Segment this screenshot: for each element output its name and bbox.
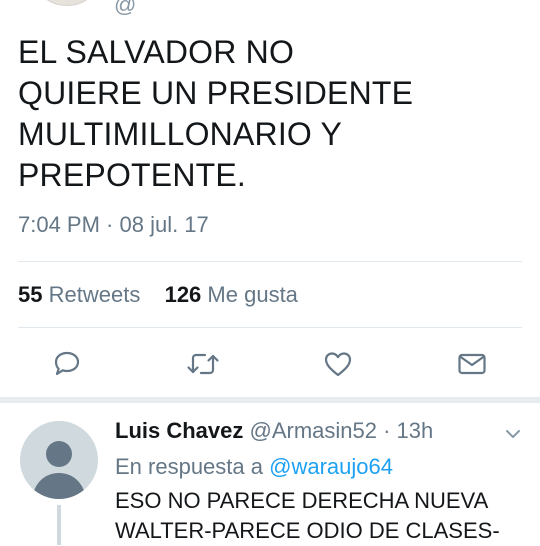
- reply-header: Luis Chavez @Armasin52 · 13h: [115, 418, 433, 444]
- reply-text: ESO NO PARECE DERECHA NUEVA WALTER-PAREC…: [115, 486, 500, 546]
- tweet-text-line: PREPOTENTE.: [18, 157, 247, 193]
- retweets-stat[interactable]: 55 Retweets: [18, 282, 146, 307]
- reply-text-line: WALTER-PARECE ODIO DE CLASES-: [115, 518, 500, 543]
- tweet-stats: 55 Retweets 126 Me gusta: [18, 282, 298, 308]
- thread-line: [57, 505, 61, 545]
- retweets-label: Retweets: [48, 282, 141, 307]
- tweet-text: EL SALVADOR NO QUIERE UN PRESIDENTE MULT…: [18, 32, 518, 196]
- retweet-icon[interactable]: [186, 348, 219, 380]
- tweet-text-line: EL SALVADOR NO: [18, 34, 295, 70]
- likes-count: 126: [164, 282, 202, 307]
- likes-label: Me gusta: [207, 282, 298, 307]
- tweet-actions: [0, 340, 540, 384]
- tweet-text-line: MULTIMILLONARIO Y: [18, 116, 343, 152]
- reply-mention-link[interactable]: @waraujo64: [269, 454, 393, 479]
- divider: [18, 261, 522, 262]
- section-separator: [0, 397, 540, 403]
- likes-stat[interactable]: 126 Me gusta: [165, 282, 298, 307]
- chevron-down-icon[interactable]: [503, 424, 523, 444]
- reply-context: En respuesta a @waraujo64: [115, 454, 393, 480]
- reply-author-handle[interactable]: @Armasin52: [250, 418, 378, 443]
- divider: [18, 327, 522, 328]
- reply-avatar[interactable]: [20, 421, 98, 499]
- default-profile-icon: [32, 441, 86, 499]
- author-avatar[interactable]: [30, 0, 104, 6]
- reply-time[interactable]: · 13h: [377, 418, 433, 443]
- tweet-text-line: QUIERE UN PRESIDENTE: [18, 75, 414, 111]
- retweets-count: 55: [18, 282, 43, 307]
- tweet-timestamp[interactable]: 7:04 PM · 08 jul. 17: [18, 212, 209, 238]
- reply-context-prefix: En respuesta a: [115, 454, 270, 479]
- author-handle-partial[interactable]: @: [114, 0, 136, 18]
- reply-author-name[interactable]: Luis Chavez: [115, 418, 243, 443]
- like-icon[interactable]: [322, 348, 354, 380]
- reply-text-line: ESO NO PARECE DERECHA NUEVA: [115, 488, 489, 513]
- share-icon[interactable]: [456, 348, 488, 380]
- reply-icon[interactable]: [51, 348, 83, 380]
